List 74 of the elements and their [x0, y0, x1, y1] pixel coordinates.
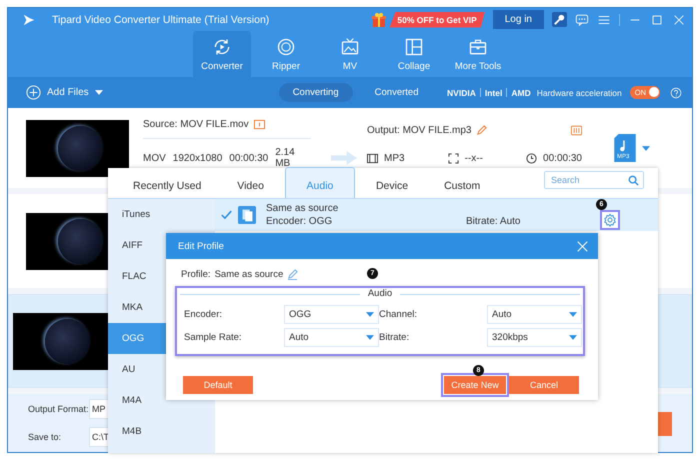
caret-icon — [569, 312, 577, 317]
caret-icon — [569, 335, 577, 340]
dropdown[interactable]: 320kbps — [487, 328, 582, 347]
field-label: Encoder: — [184, 309, 224, 320]
pencil-icon[interactable] — [476, 124, 488, 136]
output-format-label: Output Format: — [28, 404, 86, 414]
caret-icon — [366, 312, 374, 317]
format-category[interactable]: iTunes — [108, 199, 215, 230]
close-icon[interactable] — [672, 12, 686, 26]
search-icon[interactable] — [628, 175, 639, 186]
view-tab[interactable]: Converted — [360, 83, 432, 102]
caret-icon[interactable] — [642, 146, 650, 150]
chat-icon[interactable] — [575, 12, 589, 26]
nav-icon — [340, 36, 360, 56]
format-tab[interactable]: Device — [360, 170, 424, 198]
output-format: MP3 — [384, 152, 405, 164]
arrow-icon — [331, 151, 357, 165]
film-icon — [367, 152, 378, 164]
hardware-acceleration-label: Hardware acceleration — [536, 88, 622, 98]
profile-bitrate: Bitrate: Auto — [466, 216, 520, 226]
dropdown[interactable]: Auto — [284, 328, 379, 347]
group-title: Audio — [360, 288, 400, 299]
file-meta: 00:00:30 — [229, 152, 268, 164]
promo-badge[interactable]: 50% OFF to Get VIP — [389, 12, 485, 28]
format-category[interactable]: M4B — [108, 416, 215, 447]
dropdown[interactable]: Auto — [487, 305, 582, 324]
nav-icon — [276, 36, 296, 56]
save-to-label: Save to: — [28, 432, 62, 442]
key-icon[interactable] — [552, 12, 567, 27]
format-tab[interactable]: Custom — [429, 170, 496, 198]
gift-icon — [371, 12, 388, 28]
nav-tab[interactable]: Converter — [193, 31, 251, 77]
format-tab[interactable]: Recently Used — [118, 170, 216, 198]
output-duration: 00:00:30 — [543, 152, 582, 164]
add-icon — [26, 85, 41, 100]
profile-name: Same as source — [266, 203, 340, 214]
copy-icon — [238, 206, 256, 224]
help-icon[interactable] — [670, 86, 682, 98]
dropdown[interactable]: OGG — [284, 305, 379, 324]
caret-icon — [94, 90, 103, 95]
view-tab[interactable]: Converting — [278, 83, 353, 102]
check-icon — [221, 210, 232, 220]
gpu-label: AMD — [511, 88, 531, 98]
gpu-label: NVIDIA — [447, 88, 476, 98]
caret-icon — [366, 335, 374, 340]
resize-icon — [448, 152, 459, 164]
nav-icon — [404, 36, 424, 56]
file-meta: 2.14 MB — [275, 147, 296, 169]
field-label: Channel: — [379, 309, 418, 320]
nav-icon — [212, 36, 232, 56]
profile-label: Profile: — [181, 269, 211, 280]
maximize-icon[interactable] — [650, 12, 664, 26]
source-label: Source: MOV FILE.mov — [143, 119, 249, 130]
pencil-icon[interactable] — [287, 269, 298, 280]
info-icon[interactable] — [254, 119, 265, 130]
close-icon[interactable] — [577, 240, 588, 252]
output-label: Output: MOV FILE.mp3 — [367, 124, 472, 136]
logo-icon — [22, 12, 36, 26]
file-meta: 1920x1080 — [172, 152, 222, 164]
format-tab[interactable]: Video — [222, 170, 279, 198]
search-field[interactable]: Search — [544, 171, 644, 189]
gpu-label: Intel — [484, 88, 502, 98]
clock-icon — [526, 152, 538, 164]
settings-icon[interactable] — [602, 212, 618, 228]
add-files-button[interactable]: Add Files — [26, 85, 103, 100]
login-button[interactable]: Log in — [492, 10, 544, 29]
profile-name: Same as source — [214, 269, 284, 280]
profile-encoder: Encoder: OGG — [266, 216, 334, 227]
window-title: Tipard Video Converter Ultimate (Trial Version) — [52, 14, 270, 26]
tag-icon[interactable] — [571, 124, 582, 136]
output-resolution: --x-- — [464, 152, 483, 164]
field-label: Bitrate: — [379, 332, 410, 343]
dialog-title: Edit Profile — [178, 240, 224, 252]
file-meta: MOV — [143, 152, 166, 164]
